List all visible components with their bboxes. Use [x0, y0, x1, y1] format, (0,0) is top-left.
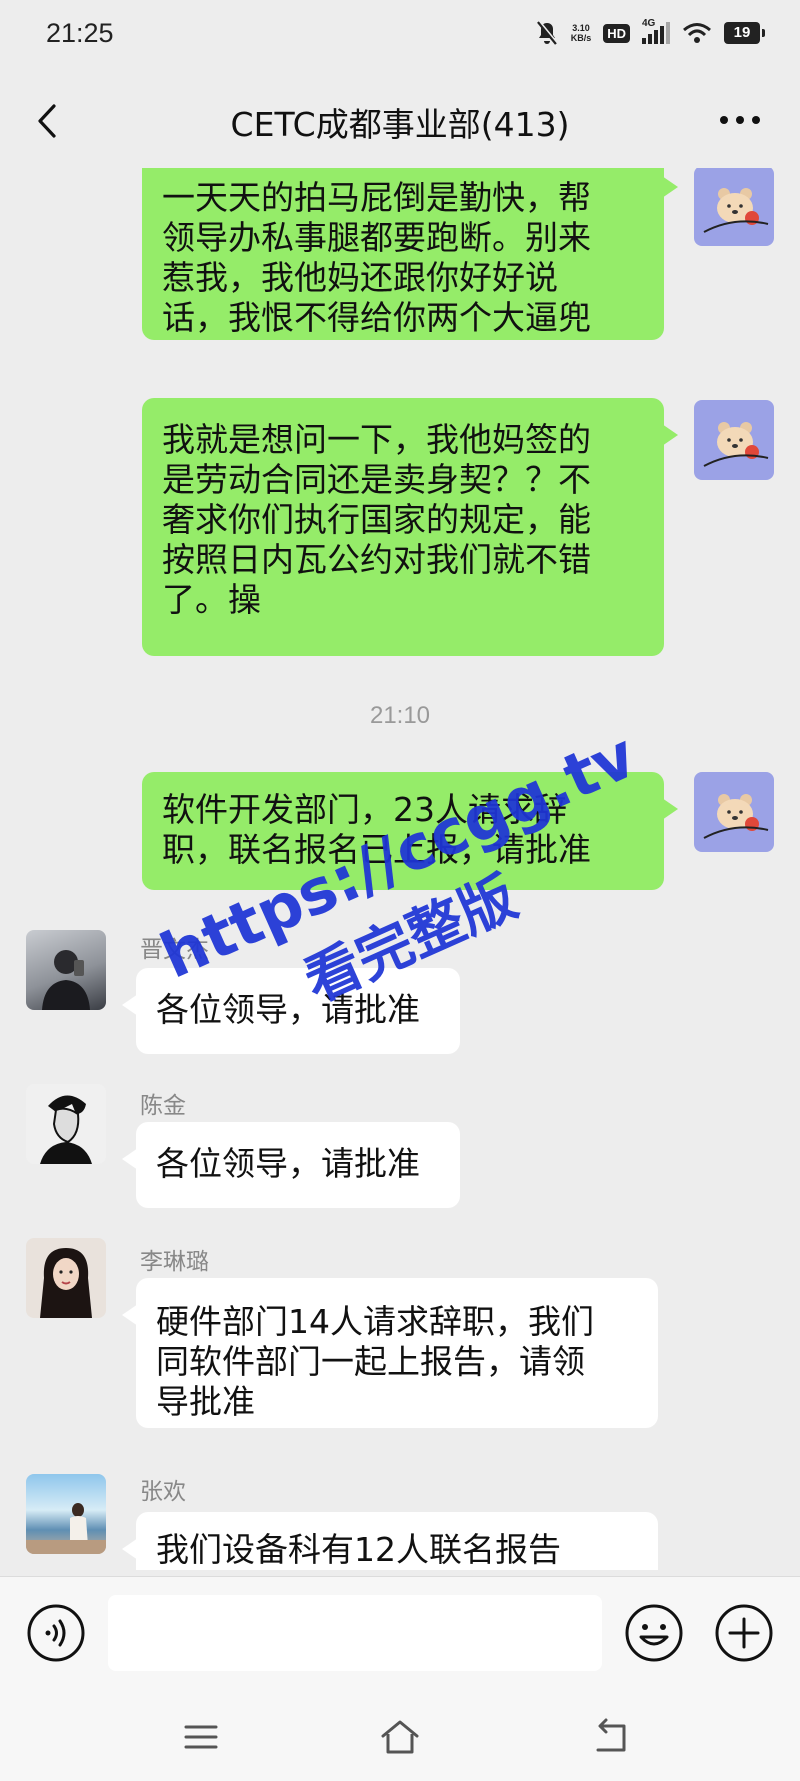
message-bubble[interactable]: 软件开发部门，23人请求辞 职，联名报名已上报，请批准	[142, 772, 678, 890]
home-icon	[381, 1720, 419, 1754]
voice-button[interactable]	[26, 1603, 86, 1663]
mute-bell-icon	[536, 20, 558, 45]
bear-avatar-icon	[703, 422, 769, 467]
bear-avatar-icon	[703, 794, 769, 839]
sender-name: 晋文杰	[140, 937, 209, 963]
plus-button[interactable]	[714, 1603, 774, 1663]
voice-icon	[27, 1604, 85, 1662]
message-input[interactable]	[108, 1595, 602, 1671]
chat-area[interactable]: 一天天的拍马屁倒是勤快，帮 领导办私事腿都要跑断。别来 惹我，我他妈还跟你好好说…	[0, 168, 800, 1570]
nav-menu-button[interactable]	[178, 1714, 224, 1760]
more-button[interactable]	[710, 98, 770, 142]
message-bubble[interactable]: 各位领导，请批准	[122, 968, 460, 1054]
emoji-icon	[625, 1604, 683, 1662]
wifi-icon	[683, 23, 711, 43]
sender-name: 陈金	[140, 1093, 186, 1119]
signal-icon: 4G	[642, 18, 670, 44]
net-speed: 3.10 KB/s	[570, 23, 592, 43]
status-bar: 21:25 3.10 KB/s HD 4G 19	[0, 0, 800, 72]
message-bubble[interactable]: 各位领导，请批准	[122, 1122, 460, 1208]
menu-icon	[184, 1725, 218, 1749]
message-bubble[interactable]: 我就是想问一下，我他妈签的 是劳动合同还是卖身契？？不 奢求你们执行国家的规定，…	[142, 398, 678, 656]
plus-icon	[715, 1604, 773, 1662]
avatar[interactable]	[694, 772, 774, 852]
emoji-button[interactable]	[624, 1603, 684, 1663]
avatar[interactable]	[694, 168, 774, 246]
sender-name: 张欢	[140, 1479, 186, 1505]
person-avatar-icon	[40, 1095, 92, 1164]
person-avatar-icon	[42, 950, 90, 1010]
avatar[interactable]	[26, 1084, 106, 1164]
message-bubble[interactable]: 我们设备科有12人联名报告	[122, 1512, 658, 1570]
avatar[interactable]	[694, 400, 774, 480]
nav-home-button[interactable]	[377, 1714, 423, 1760]
avatar[interactable]	[26, 1238, 106, 1318]
hd-badge: HD	[603, 23, 630, 43]
avatar[interactable]	[26, 1474, 106, 1554]
bear-avatar-icon	[703, 188, 769, 233]
chat-header: CETC成都事业部(413)	[0, 72, 800, 168]
status-icons: 3.10 KB/s HD 4G 19	[535, 18, 765, 46]
system-nav-bar	[0, 1694, 800, 1781]
back-icon	[596, 1718, 626, 1752]
chat-title: CETC成都事业部(413)	[230, 105, 570, 144]
nav-back-button[interactable]	[588, 1714, 634, 1760]
avatar[interactable]	[26, 930, 106, 1010]
message-bubble[interactable]: 硬件部门14人请求辞职，我们 同软件部门一起上报告，请领 导批准	[122, 1278, 658, 1428]
input-bar	[0, 1576, 800, 1694]
battery-icon: 19	[724, 22, 765, 44]
person-avatar-icon	[26, 1503, 106, 1554]
chat-timestamp: 21:10	[369, 702, 431, 729]
status-time: 21:25	[46, 18, 114, 48]
message-bubble[interactable]: 一天天的拍马屁倒是勤快，帮 领导办私事腿都要跑断。别来 惹我，我他妈还跟你好好说…	[142, 168, 678, 340]
sender-name: 李琳璐	[140, 1249, 209, 1275]
person-avatar-icon	[40, 1248, 92, 1318]
more-dots-icon	[720, 116, 760, 124]
